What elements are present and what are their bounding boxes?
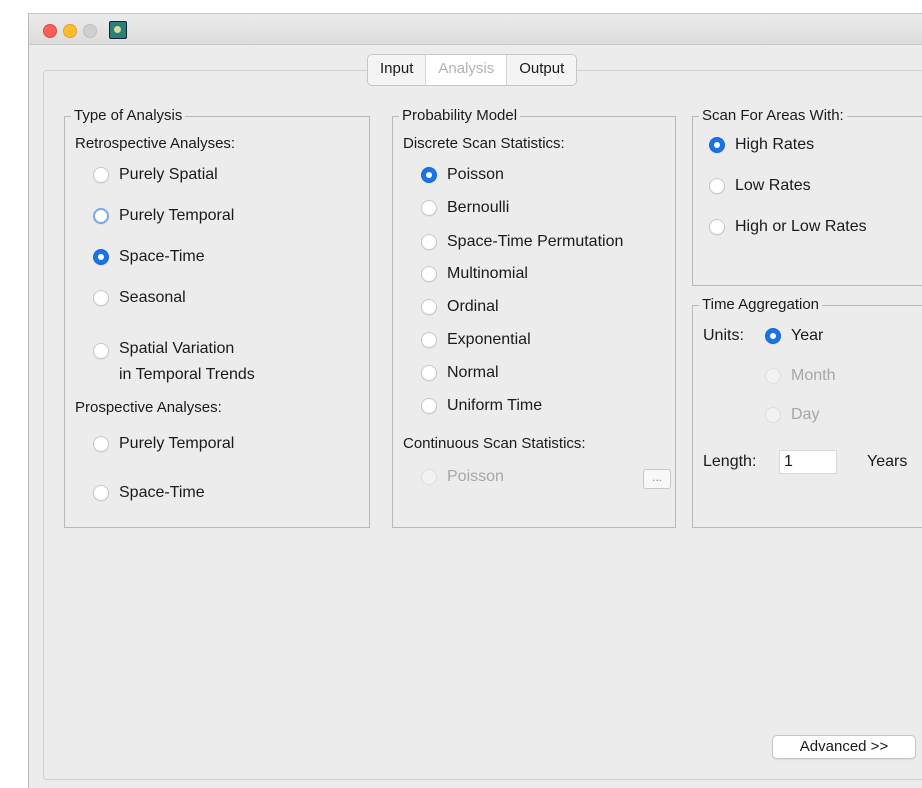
radio-high-rates[interactable]: High Rates <box>709 135 814 155</box>
radio-label: Purely Temporal <box>119 207 235 224</box>
radio-bernoulli[interactable]: Bernoulli <box>421 198 509 218</box>
radio-year[interactable]: Year <box>765 326 823 346</box>
radio-label: Normal <box>447 364 499 381</box>
radio-low-rates[interactable]: Low Rates <box>709 176 811 196</box>
radio-label: Bernoulli <box>447 199 510 216</box>
prospective-header: Prospective Analyses: <box>75 399 222 416</box>
scan-areas-group: Scan For Areas With: High Rates Low Rate… <box>692 107 922 286</box>
radio-indicator <box>709 219 725 235</box>
radio-poisson[interactable]: Poisson <box>421 165 504 185</box>
continuous-settings-button: ... <box>643 469 671 489</box>
scan-areas-legend: Scan For Areas With: <box>699 107 847 125</box>
close-window-button[interactable] <box>43 24 57 38</box>
radio-indicator <box>93 208 109 224</box>
length-units-label: Years <box>867 453 908 470</box>
radio-continuous-poisson: Poisson <box>421 467 504 487</box>
radio-prospective-space-time[interactable]: Space-Time <box>93 483 205 503</box>
retrospective-header: Retrospective Analyses: <box>75 135 236 152</box>
app-window: Type of Analysis Retrospective Analyses:… <box>28 13 922 788</box>
minimize-window-button[interactable] <box>63 24 77 38</box>
radio-uniform-time[interactable]: Uniform Time <box>421 396 542 416</box>
tab-analysis[interactable]: Analysis <box>425 55 508 85</box>
radio-multinomial[interactable]: Multinomial <box>421 264 528 284</box>
radio-purely-temporal[interactable]: Purely Temporal <box>93 206 234 226</box>
radio-label: Space-Time <box>119 484 205 501</box>
title-bar <box>29 14 922 45</box>
radio-indicator <box>709 178 725 194</box>
radio-label: High Rates <box>735 136 815 153</box>
time-aggregation-group: Time Aggregation Units: Year Month Day L… <box>692 296 922 528</box>
radio-label-line2: in Temporal Trends <box>119 366 255 383</box>
radio-label: Poisson <box>447 166 504 183</box>
radio-indicator <box>93 167 109 183</box>
tab-bar: Input Analysis Output <box>367 54 578 86</box>
radio-indicator <box>421 266 437 282</box>
radio-label: Exponential <box>447 331 531 348</box>
radio-exponential[interactable]: Exponential <box>421 330 531 350</box>
zoom-window-button[interactable] <box>83 24 97 38</box>
radio-space-time-permutation[interactable]: Space-Time Permutation <box>421 232 623 252</box>
radio-indicator <box>93 485 109 501</box>
radio-label-line1: Spatial Variation <box>119 340 235 357</box>
radio-indicator <box>421 398 437 414</box>
radio-indicator <box>765 368 781 384</box>
radio-label: Space-Time <box>119 248 205 265</box>
radio-label: Seasonal <box>119 289 186 306</box>
radio-label: Multinomial <box>447 265 528 282</box>
radio-label: Purely Spatial <box>119 166 218 183</box>
radio-label: High or Low Rates <box>735 218 867 235</box>
time-aggregation-legend: Time Aggregation <box>699 296 823 314</box>
radio-indicator <box>421 332 437 348</box>
radio-label: Purely Temporal <box>119 435 235 452</box>
radio-space-time[interactable]: Space-Time <box>93 247 205 267</box>
radio-label: Year <box>791 327 824 344</box>
radio-indicator <box>709 137 725 153</box>
radio-label: Low Rates <box>735 177 811 194</box>
tab-output[interactable]: Output <box>507 55 576 85</box>
type-of-analysis-group: Type of Analysis Retrospective Analyses:… <box>64 107 370 528</box>
radio-indicator <box>421 167 437 183</box>
tab-input[interactable]: Input <box>368 55 425 85</box>
radio-label: Day <box>791 406 820 423</box>
radio-purely-spatial[interactable]: Purely Spatial <box>93 165 218 185</box>
radio-label: Month <box>791 367 836 384</box>
radio-normal[interactable]: Normal <box>421 363 499 383</box>
type-of-analysis-legend: Type of Analysis <box>71 107 186 125</box>
radio-indicator <box>765 328 781 344</box>
radio-indicator <box>421 299 437 315</box>
radio-indicator <box>93 343 109 359</box>
length-input[interactable]: 1 <box>779 450 837 474</box>
probability-model-group: Probability Model Discrete Scan Statisti… <box>392 107 676 528</box>
radio-seasonal[interactable]: Seasonal <box>93 288 186 308</box>
discrete-header: Discrete Scan Statistics: <box>403 135 565 152</box>
radio-label: Ordinal <box>447 298 499 315</box>
radio-indicator <box>93 436 109 452</box>
units-label: Units: <box>703 327 744 344</box>
radio-ordinal[interactable]: Ordinal <box>421 297 499 317</box>
probability-model-legend: Probability Model <box>399 107 521 125</box>
radio-spatial-variation-temporal-trends[interactable]: Spatial Variation in Temporal Trends <box>93 340 293 385</box>
radio-indicator <box>421 234 437 250</box>
radio-indicator <box>421 200 437 216</box>
radio-high-or-low-rates[interactable]: High or Low Rates <box>709 217 867 237</box>
radio-label: Uniform Time <box>447 397 543 414</box>
radio-indicator <box>93 290 109 306</box>
radio-day: Day <box>765 405 819 425</box>
app-icon <box>109 21 127 39</box>
radio-label: Poisson <box>447 468 504 485</box>
radio-indicator <box>765 407 781 423</box>
continuous-header: Continuous Scan Statistics: <box>403 435 586 452</box>
radio-indicator <box>93 249 109 265</box>
radio-prospective-purely-temporal[interactable]: Purely Temporal <box>93 434 234 454</box>
advanced-button[interactable]: Advanced >> <box>772 735 916 759</box>
radio-indicator <box>421 365 437 381</box>
analysis-panel: Type of Analysis Retrospective Analyses:… <box>43 70 922 780</box>
length-label: Length: <box>703 453 757 470</box>
radio-indicator <box>421 469 437 485</box>
radio-label: Space-Time Permutation <box>447 233 624 250</box>
radio-month: Month <box>765 366 835 386</box>
